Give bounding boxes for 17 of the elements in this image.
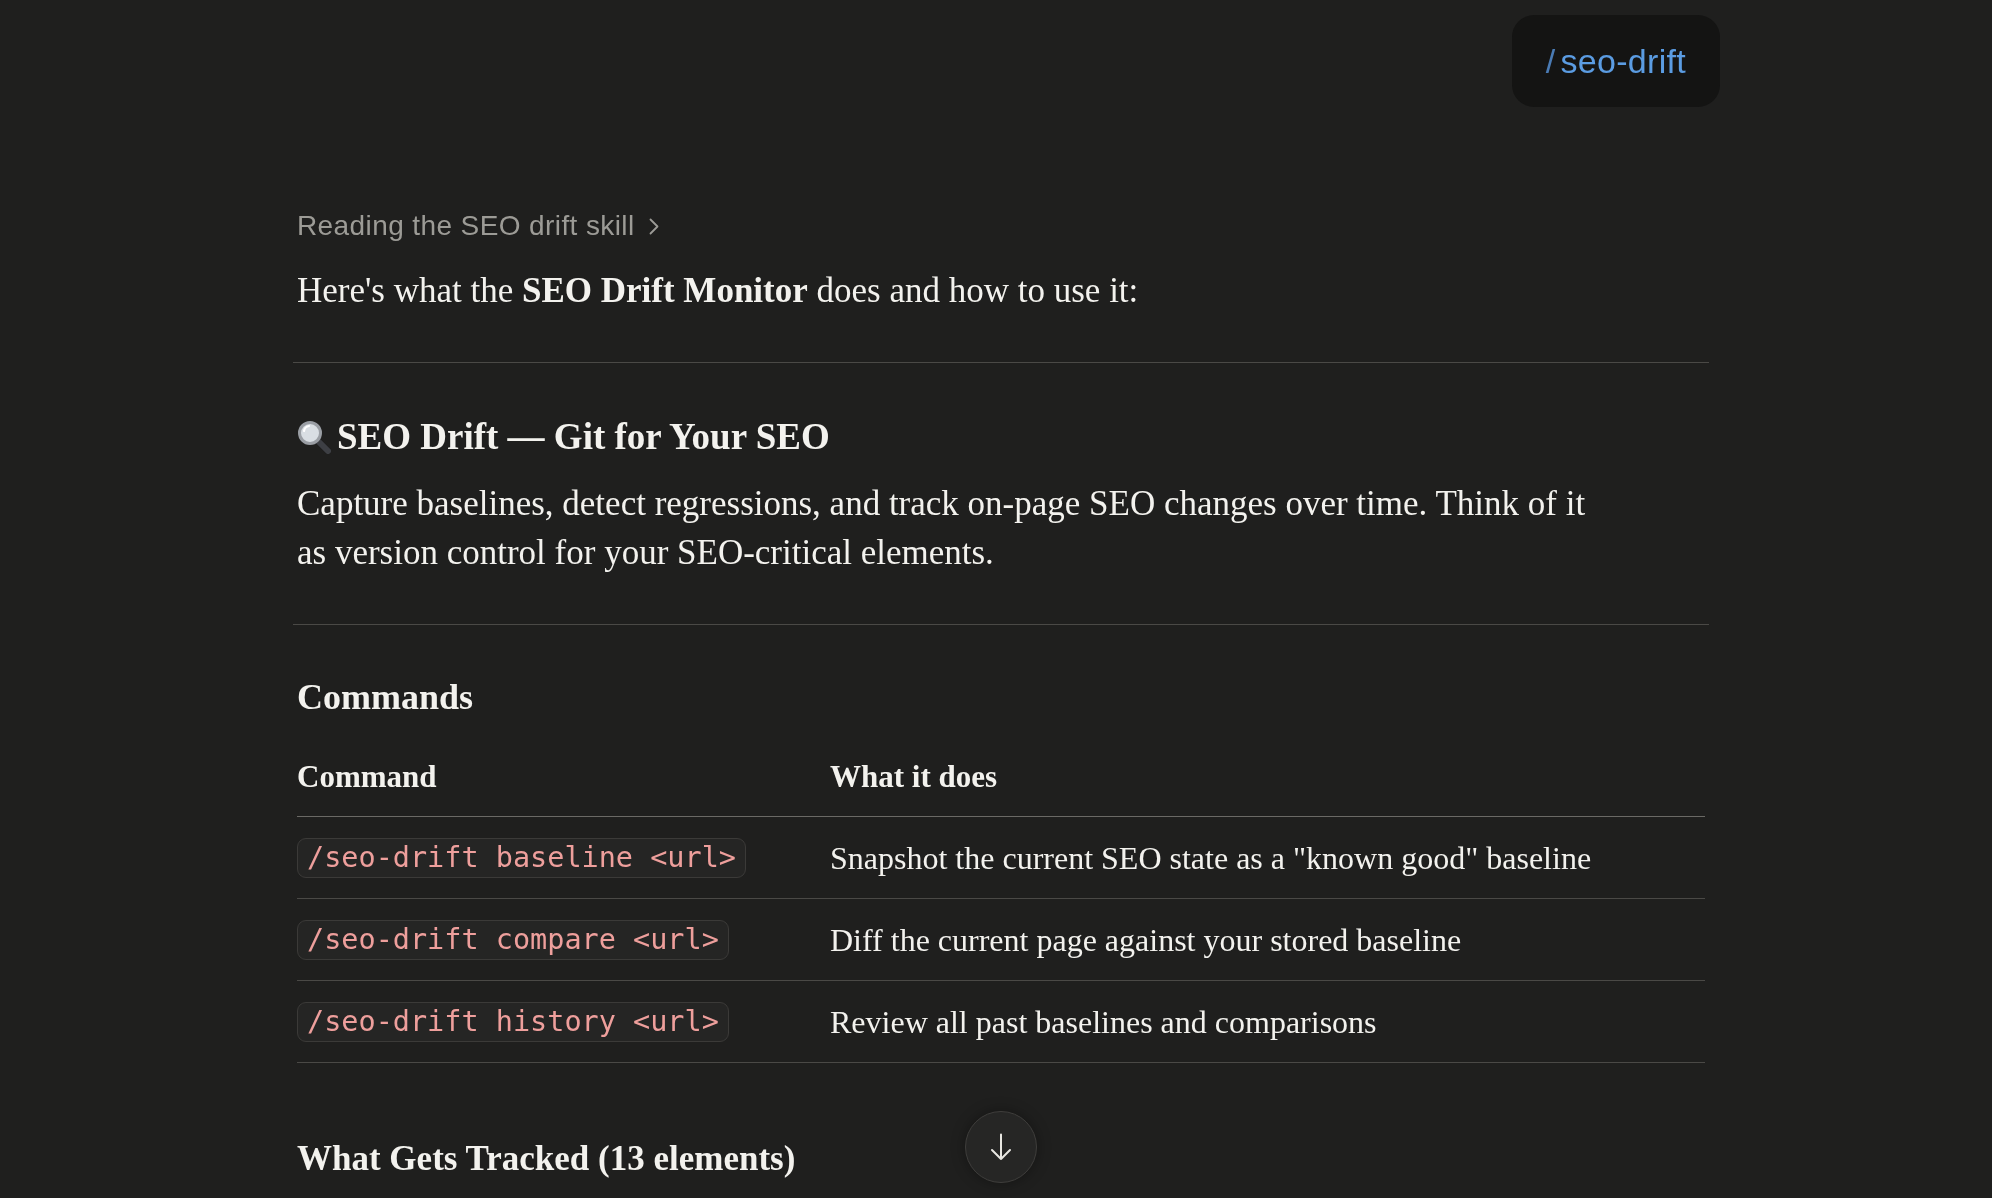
table-cell-text: Snapshot the current SEO state as a "known good" baseline bbox=[830, 838, 1592, 878]
summary-text: Capture baselines, detect regressions, and track on-page SEO changes over time. Think of it as version control for your SEO-critical elements. bbox=[297, 483, 1587, 574]
table-cell-text: Diff the current page against your stored baseline bbox=[830, 920, 1462, 960]
thinking-toggle[interactable]: Reading the SEO drift skill bbox=[297, 209, 659, 243]
page-heading: SEO Drift — Git for Your SEO bbox=[337, 415, 830, 459]
command-code: /seo-drift compare <url> bbox=[297, 919, 729, 960]
column-header: Command bbox=[297, 758, 437, 796]
arrow-down-icon bbox=[990, 1133, 1012, 1161]
column-header: What it does bbox=[830, 758, 998, 796]
section-heading: What Gets Tracked (13 elements) bbox=[297, 1138, 796, 1180]
table-cell-text: Review all past baselines and comparisons bbox=[830, 1002, 1377, 1042]
command-code: /seo-drift history <url> bbox=[297, 1001, 729, 1042]
section-heading: Commands bbox=[297, 676, 474, 719]
magnifying-glass-icon bbox=[297, 420, 331, 454]
intro-text: Here's what the SEO Drift Monitor does and how to use it: bbox=[297, 270, 1139, 312]
user-message: /seo-drift bbox=[1511, 15, 1720, 107]
command-code: /seo-drift baseline <url> bbox=[297, 837, 746, 878]
